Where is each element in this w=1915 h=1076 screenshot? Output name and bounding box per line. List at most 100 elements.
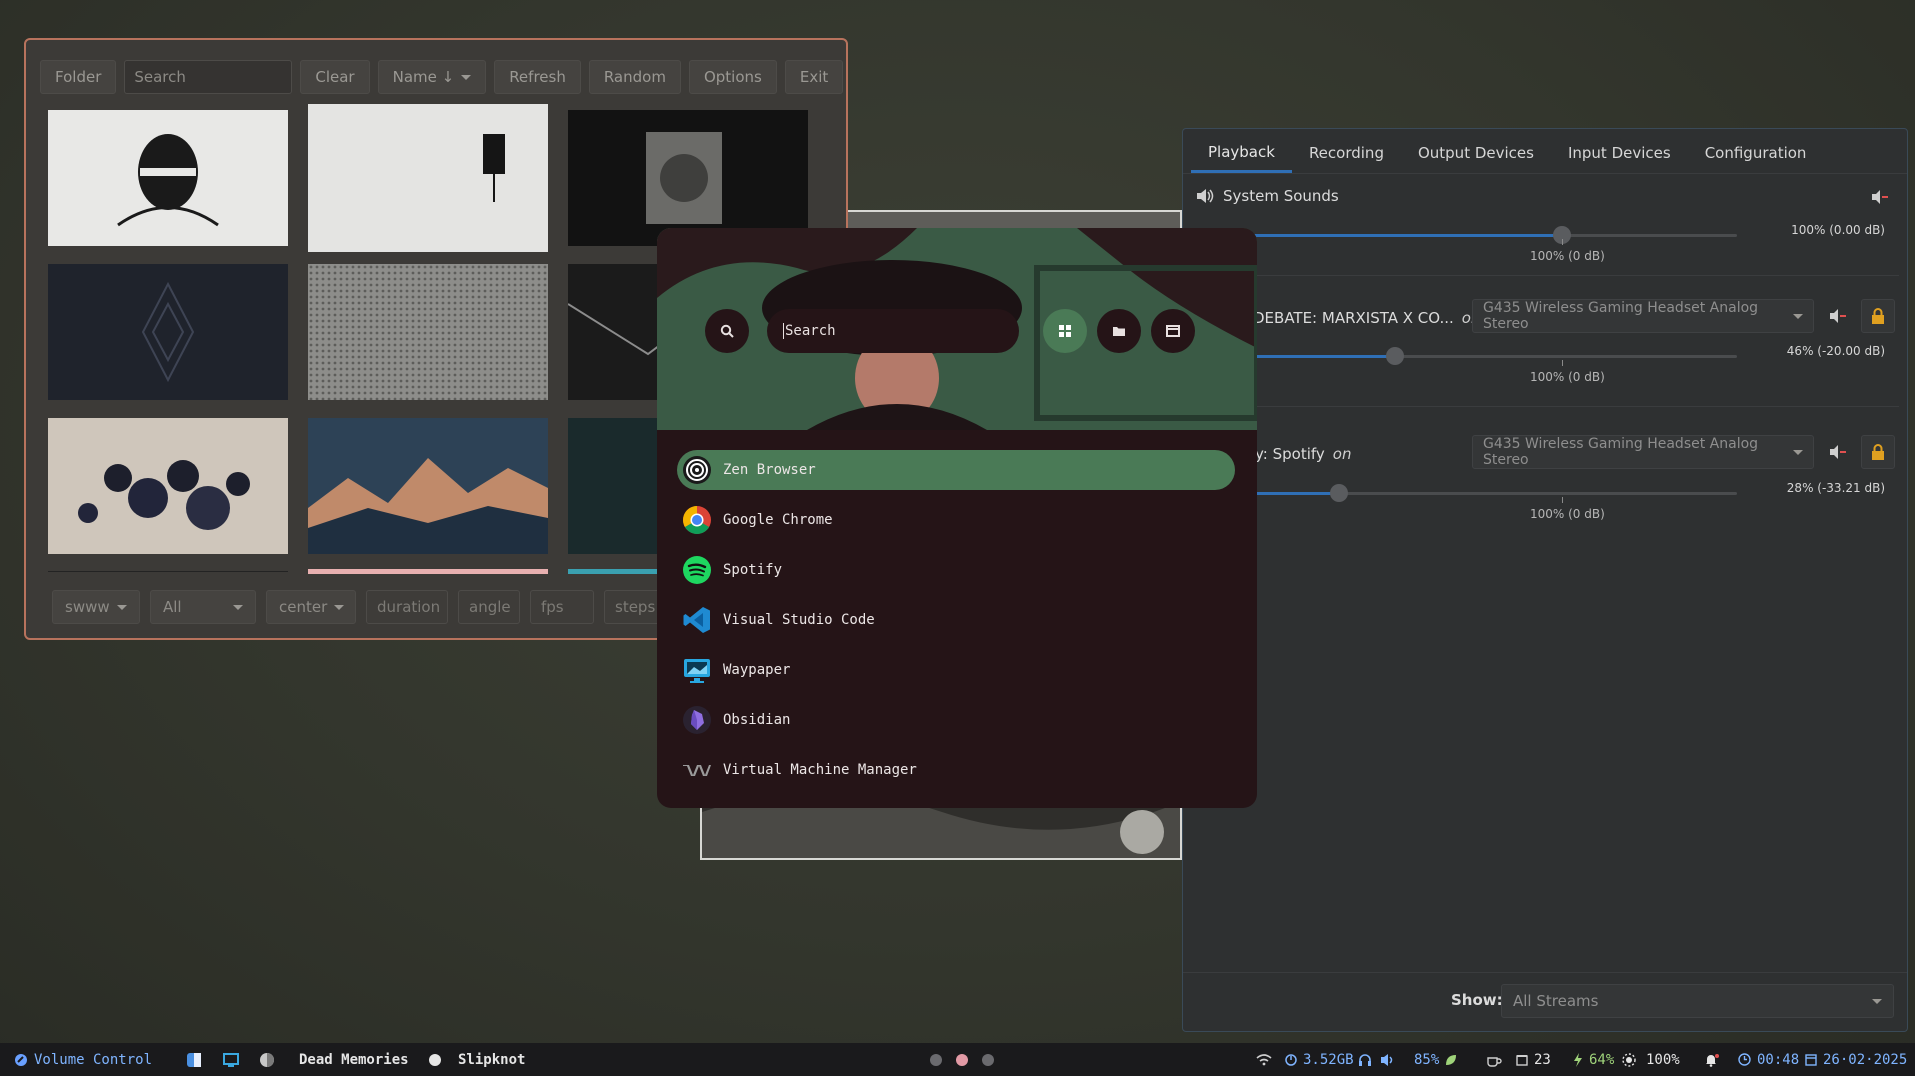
tab-configuration[interactable]: Configuration: [1688, 133, 1824, 173]
battery-widget[interactable]: 64%: [1573, 1043, 1614, 1076]
tab-divider: [1183, 173, 1907, 174]
windows-mode-button[interactable]: [1151, 309, 1195, 353]
monitor-dropdown[interactable]: All: [150, 590, 256, 624]
clear-button[interactable]: Clear: [300, 60, 370, 94]
mute-icon: [1872, 190, 1888, 204]
updates-widget[interactable]: 23: [1516, 1043, 1551, 1076]
mute-button[interactable]: [1821, 435, 1855, 469]
volume-slider-fill: [1253, 492, 1340, 495]
show-streams-value: All Streams: [1513, 992, 1599, 1010]
random-button[interactable]: Random: [588, 60, 681, 94]
finder-icon[interactable]: [186, 1043, 202, 1076]
options-button[interactable]: Options: [688, 60, 777, 94]
chevron-down-icon: [1872, 998, 1882, 1004]
wallpaper-thumbnail[interactable]: [308, 264, 548, 400]
wallpaper-thumbnail[interactable]: [568, 110, 808, 246]
brightness-widget[interactable]: 100%: [1622, 1043, 1680, 1076]
folder-button[interactable]: Folder: [40, 60, 117, 94]
duration-input[interactable]: duration: [366, 590, 448, 624]
workspace-2[interactable]: [956, 1053, 968, 1066]
workspace-1[interactable]: [930, 1053, 942, 1066]
volume-value: 46% (-20.00 dB): [1786, 344, 1885, 358]
memory-widget[interactable]: 3.52GB: [1285, 1043, 1354, 1076]
wallpaper-thumbnail[interactable]: [48, 264, 288, 400]
notification-icon[interactable]: [1704, 1043, 1720, 1076]
waypaper-toolbar: Folder Search Clear Name ↓ Refresh Rando…: [40, 60, 844, 94]
app-item[interactable]: Obsidian: [677, 700, 1235, 740]
lock-channels-button[interactable]: [1861, 435, 1895, 469]
show-label: Show:: [1451, 991, 1503, 1009]
app-name: Waypaper: [723, 662, 791, 678]
mute-button[interactable]: [1863, 180, 1897, 214]
vinyl-icon: [260, 1052, 274, 1067]
volume-slider[interactable]: [1195, 226, 1737, 244]
stream-title: DEBATE: MARXISTA X CO... on: [1253, 309, 1480, 327]
date-widget[interactable]: 26·02·2025: [1805, 1043, 1907, 1076]
sort-dropdown[interactable]: Name ↓: [377, 60, 487, 94]
app-item[interactable]: Visual Studio Code: [677, 600, 1235, 640]
headphones-icon[interactable]: [1358, 1043, 1372, 1076]
app-item[interactable]: Waypaper: [677, 650, 1235, 690]
output-device-dropdown[interactable]: G435 Wireless Gaming Headset Analog Ster…: [1472, 435, 1814, 469]
app-item[interactable]: Google Chrome: [677, 500, 1235, 540]
sort-label: Name ↓: [392, 68, 455, 86]
tab-output-devices[interactable]: Output Devices: [1401, 133, 1551, 173]
speaker-icon: [1197, 189, 1214, 203]
app-item[interactable]: Spotify: [677, 550, 1235, 590]
brightness-value: 100%: [1646, 1051, 1680, 1068]
wallpaper-thumbnail[interactable]: [48, 110, 288, 246]
wifi-icon[interactable]: [1256, 1043, 1272, 1076]
backend-dropdown[interactable]: swww: [52, 590, 140, 624]
fill-dropdown[interactable]: center: [266, 590, 356, 624]
app-name: Virtual Machine Manager: [723, 762, 917, 778]
media-artist[interactable]: Slipknot: [428, 1043, 525, 1076]
fps-input[interactable]: fps: [530, 590, 594, 624]
workspace-3[interactable]: [982, 1053, 994, 1066]
app-item[interactable]: Zen Browser: [677, 450, 1235, 490]
coffee-icon[interactable]: [1486, 1043, 1502, 1076]
angle-input[interactable]: angle: [458, 590, 520, 624]
volume-mark: 100% (0 dB): [1530, 370, 1605, 384]
apps-mode-button[interactable]: [1043, 309, 1087, 353]
volume-slider[interactable]: [1253, 347, 1737, 365]
volume-value: 28% (-33.21 dB): [1786, 481, 1885, 495]
folder-icon: [1113, 327, 1125, 336]
focused-window-title: Volume Control: [34, 1051, 153, 1068]
search-input[interactable]: Search: [124, 60, 293, 94]
steps-input[interactable]: steps: [604, 590, 664, 624]
tab-recording[interactable]: Recording: [1292, 133, 1401, 173]
mute-button[interactable]: [1821, 299, 1855, 333]
volume-slider-knob[interactable]: [1330, 484, 1349, 502]
refresh-button[interactable]: Refresh: [494, 60, 581, 94]
monitor-label: All: [163, 598, 182, 616]
lock-icon: [1872, 444, 1884, 460]
backend-label: swww: [65, 598, 110, 616]
volume-widget[interactable]: 85%: [1380, 1043, 1439, 1076]
exit-button[interactable]: Exit: [784, 60, 844, 94]
wallpaper-thumbnail[interactable]: [308, 104, 548, 252]
tab-playback[interactable]: Playback: [1191, 133, 1292, 173]
waypaper-tray-icon[interactable]: [223, 1043, 239, 1076]
wallpaper-thumbnail[interactable]: [308, 418, 548, 554]
fill-label: center: [279, 598, 328, 616]
media-player[interactable]: Dead Memories: [259, 1043, 409, 1076]
app-item[interactable]: Virtual Machine Manager: [677, 750, 1235, 790]
wallpaper-thumbnail[interactable]: [48, 564, 288, 572]
volume-slider-knob[interactable]: [1385, 347, 1404, 365]
leaf-icon[interactable]: [1444, 1043, 1458, 1076]
wallpaper-thumbnail[interactable]: [48, 418, 288, 554]
files-mode-button[interactable]: [1097, 309, 1141, 353]
calendar-icon: [1805, 1054, 1817, 1066]
launcher-search-input[interactable]: Search: [767, 309, 1019, 353]
focused-window[interactable]: Volume Control: [14, 1043, 152, 1076]
lock-channels-button[interactable]: [1861, 299, 1895, 333]
output-device-label: G435 Wireless Gaming Headset Analog Ster…: [1483, 300, 1759, 332]
tab-input-devices[interactable]: Input Devices: [1551, 133, 1688, 173]
show-streams-dropdown[interactable]: All Streams: [1501, 984, 1894, 1018]
clock-widget[interactable]: 00:48: [1738, 1043, 1799, 1076]
output-device-dropdown[interactable]: G435 Wireless Gaming Headset Analog Ster…: [1472, 299, 1814, 333]
wallpaper-thumbnail[interactable]: [308, 564, 548, 574]
footer-divider: [1183, 972, 1907, 973]
volume-slider[interactable]: [1253, 484, 1737, 502]
search-button[interactable]: [705, 309, 749, 353]
